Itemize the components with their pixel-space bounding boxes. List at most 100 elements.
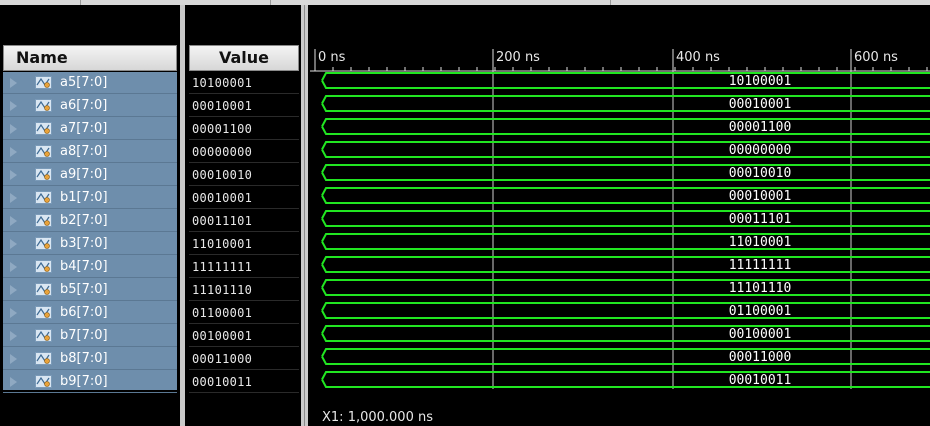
bus-signal-icon — [35, 122, 52, 135]
signal-value-row: 11101110 — [189, 279, 299, 301]
bus-waveform — [321, 210, 930, 227]
expand-arrow-icon[interactable] — [10, 170, 17, 180]
waveform-value-label: 00100001 — [729, 327, 792, 342]
expand-arrow-icon[interactable] — [10, 377, 17, 387]
cursor-readout: X1: 1,000.000 ns — [322, 410, 433, 425]
bus-signal-icon — [35, 352, 52, 365]
bus-waveform — [321, 141, 930, 158]
bus-waveform — [321, 233, 930, 250]
expand-arrow-icon[interactable] — [10, 285, 17, 295]
waveform-value-label: 00001100 — [729, 120, 792, 135]
signal-row[interactable]: b6[7:0] — [3, 302, 177, 324]
bus-signal-icon — [35, 260, 52, 273]
timeline-label: 200 ns — [496, 50, 540, 65]
bus-signal-icon — [35, 375, 52, 388]
signal-value: 00010011 — [192, 375, 253, 389]
splitter-line — [304, 5, 305, 426]
signal-value-row: 10100001 — [189, 72, 299, 94]
signal-value: 00000000 — [192, 145, 253, 159]
signal-row[interactable]: b3[7:0] — [3, 233, 177, 255]
waveform-view[interactable]: 0 ns 200 ns 400 ns 600 ns 10100001 00010001 00… — [310, 5, 930, 426]
signal-value: 11010001 — [192, 237, 253, 251]
bus-waveform — [321, 371, 930, 388]
signal-row[interactable]: b2[7:0] — [3, 210, 177, 232]
expand-arrow-icon[interactable] — [10, 354, 17, 364]
expand-arrow-icon[interactable] — [10, 147, 17, 157]
expand-arrow-icon[interactable] — [10, 331, 17, 341]
bus-signal-icon — [35, 214, 52, 227]
signal-value-row: 00010010 — [189, 164, 299, 186]
expand-arrow-icon[interactable] — [10, 262, 17, 272]
bus-waveform — [321, 325, 930, 342]
signal-value-row: 01100001 — [189, 302, 299, 324]
waveform-canvas[interactable]: 0 ns 200 ns 400 ns 600 ns 10100001 00010001 00… — [310, 5, 930, 426]
signal-row[interactable]: b4[7:0] — [3, 256, 177, 278]
bus-waveform — [321, 302, 930, 319]
waveform-value-label: 00011000 — [729, 350, 792, 365]
signal-value-row: 00100001 — [189, 325, 299, 347]
bus-waveform — [321, 348, 930, 365]
bus-waveform — [321, 164, 930, 181]
bus-waveform — [321, 256, 930, 273]
signal-row[interactable]: a6[7:0] — [3, 95, 177, 117]
signal-name: b4[7:0] — [60, 259, 108, 274]
waveform-value-label: 01100001 — [729, 304, 792, 319]
expand-arrow-icon[interactable] — [10, 78, 17, 88]
signal-name: a5[7:0] — [60, 75, 108, 90]
signal-value: 00010001 — [192, 99, 253, 113]
signal-row[interactable]: b8[7:0] — [3, 348, 177, 370]
bus-waveform — [321, 72, 930, 89]
bus-signal-icon — [35, 145, 52, 158]
name-column-header[interactable]: Name — [3, 45, 177, 71]
bus-waveform — [321, 95, 930, 112]
signal-value: 01100001 — [192, 306, 253, 320]
signal-value: 00011101 — [192, 214, 253, 228]
signal-value: 11111111 — [192, 260, 253, 274]
signal-row[interactable]: a8[7:0] — [3, 141, 177, 163]
bus-waveform — [321, 118, 930, 135]
signal-name: a6[7:0] — [60, 98, 108, 113]
signal-value: 00010001 — [192, 191, 253, 205]
waveform-value-label: 11101110 — [729, 281, 792, 296]
signal-name: b3[7:0] — [60, 236, 108, 251]
bus-waveform — [321, 187, 930, 204]
signal-name: a7[7:0] — [60, 121, 108, 136]
signal-value-row: 00011101 — [189, 210, 299, 232]
waveform-value-label: 00000000 — [729, 143, 792, 158]
signal-row[interactable]: a7[7:0] — [3, 118, 177, 140]
timeline-label: 0 ns — [318, 50, 346, 65]
expand-arrow-icon[interactable] — [10, 239, 17, 249]
signal-value-row: 00001100 — [189, 118, 299, 140]
expand-arrow-icon[interactable] — [10, 101, 17, 111]
expand-arrow-icon[interactable] — [10, 124, 17, 134]
value-column-header[interactable]: Value — [189, 45, 299, 71]
signal-row[interactable]: b7[7:0] — [3, 325, 177, 347]
signal-row[interactable]: b5[7:0] — [3, 279, 177, 301]
signal-value-row: 00010011 — [189, 371, 299, 393]
bus-signal-icon — [35, 329, 52, 342]
signal-value: 00010010 — [192, 168, 253, 182]
signal-row[interactable]: a5[7:0] — [3, 72, 177, 94]
signal-name: b1[7:0] — [60, 190, 108, 205]
bus-signal-icon — [35, 168, 52, 181]
waveform-value-label: 00010001 — [729, 97, 792, 112]
signal-name: b7[7:0] — [60, 328, 108, 343]
signal-value-row: 11111111 — [189, 256, 299, 278]
signal-row[interactable]: b1[7:0] — [3, 187, 177, 209]
expand-arrow-icon[interactable] — [10, 308, 17, 318]
bus-signal-icon — [35, 237, 52, 250]
bus-signal-icon — [35, 283, 52, 296]
waveform-value-label: 11010001 — [729, 235, 792, 250]
bus-signal-icon — [35, 99, 52, 112]
signal-row[interactable]: b9[7:0] — [3, 371, 177, 393]
expand-arrow-icon[interactable] — [10, 193, 17, 203]
bus-waveform — [321, 279, 930, 296]
timeline-label: 600 ns — [854, 50, 898, 65]
expand-arrow-icon[interactable] — [10, 216, 17, 226]
signal-value-row: 00000000 — [189, 141, 299, 163]
column-splitter-left[interactable] — [180, 5, 185, 426]
signal-row[interactable]: a9[7:0] — [3, 164, 177, 186]
signal-value: 10100001 — [192, 76, 253, 90]
signal-value: 11101110 — [192, 283, 253, 297]
signal-value: 00001100 — [192, 122, 253, 136]
